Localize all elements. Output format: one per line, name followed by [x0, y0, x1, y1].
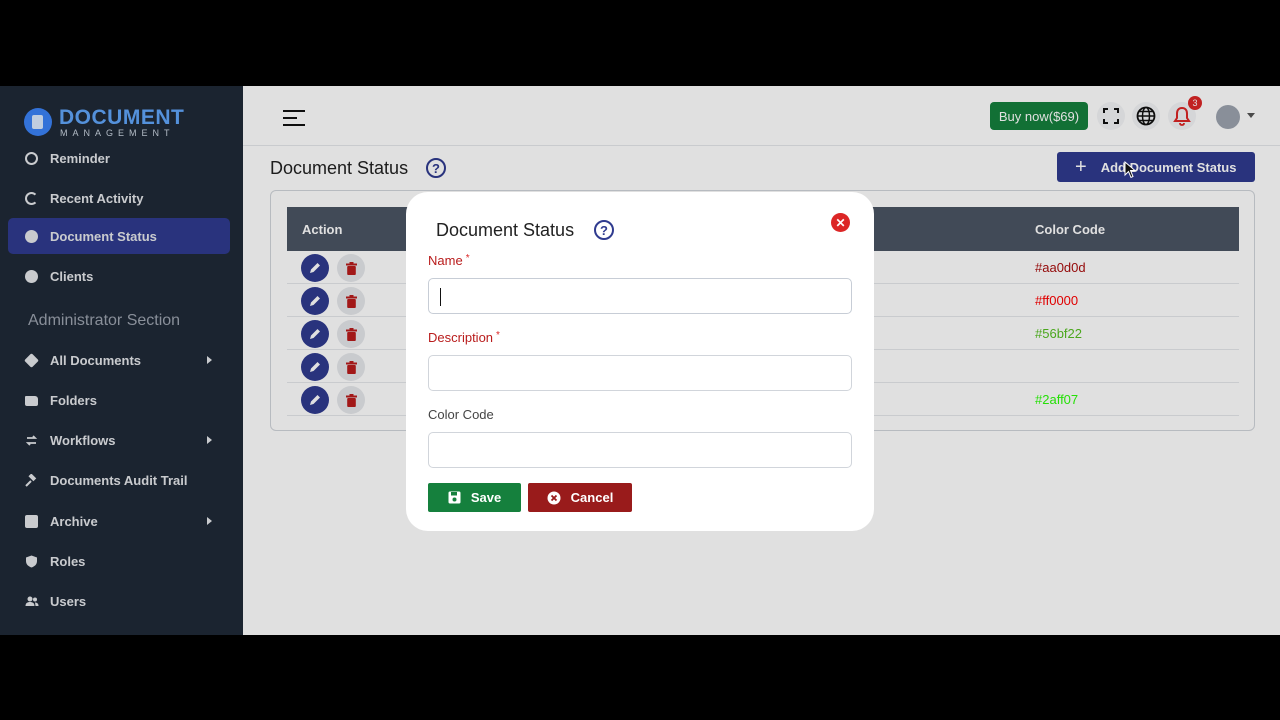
description-label: Description * — [428, 330, 500, 345]
description-field[interactable] — [428, 355, 852, 391]
cancel-button[interactable]: Cancel — [528, 483, 632, 512]
cancel-label: Cancel — [570, 490, 614, 505]
document-status-dialog: Document Status ? ✕ Name * Description * C… — [406, 192, 874, 531]
color-code-field[interactable] — [428, 432, 852, 468]
name-field[interactable] — [428, 278, 852, 314]
save-label: Save — [470, 490, 502, 505]
save-button[interactable]: Save — [428, 483, 521, 512]
help-icon[interactable]: ? — [594, 220, 614, 240]
color-code-label: Color Code — [428, 407, 494, 422]
app-window: DOCUMENT MANAGEMENT Reminder Recent Acti… — [0, 86, 1280, 635]
save-icon — [448, 491, 461, 504]
dialog-title: Document Status — [436, 220, 575, 240]
close-icon[interactable]: ✕ — [831, 213, 850, 232]
name-label: Name * — [428, 253, 470, 268]
text-cursor — [440, 288, 441, 306]
cancel-circle-icon — [547, 491, 561, 505]
mouse-pointer-icon — [1124, 160, 1137, 184]
